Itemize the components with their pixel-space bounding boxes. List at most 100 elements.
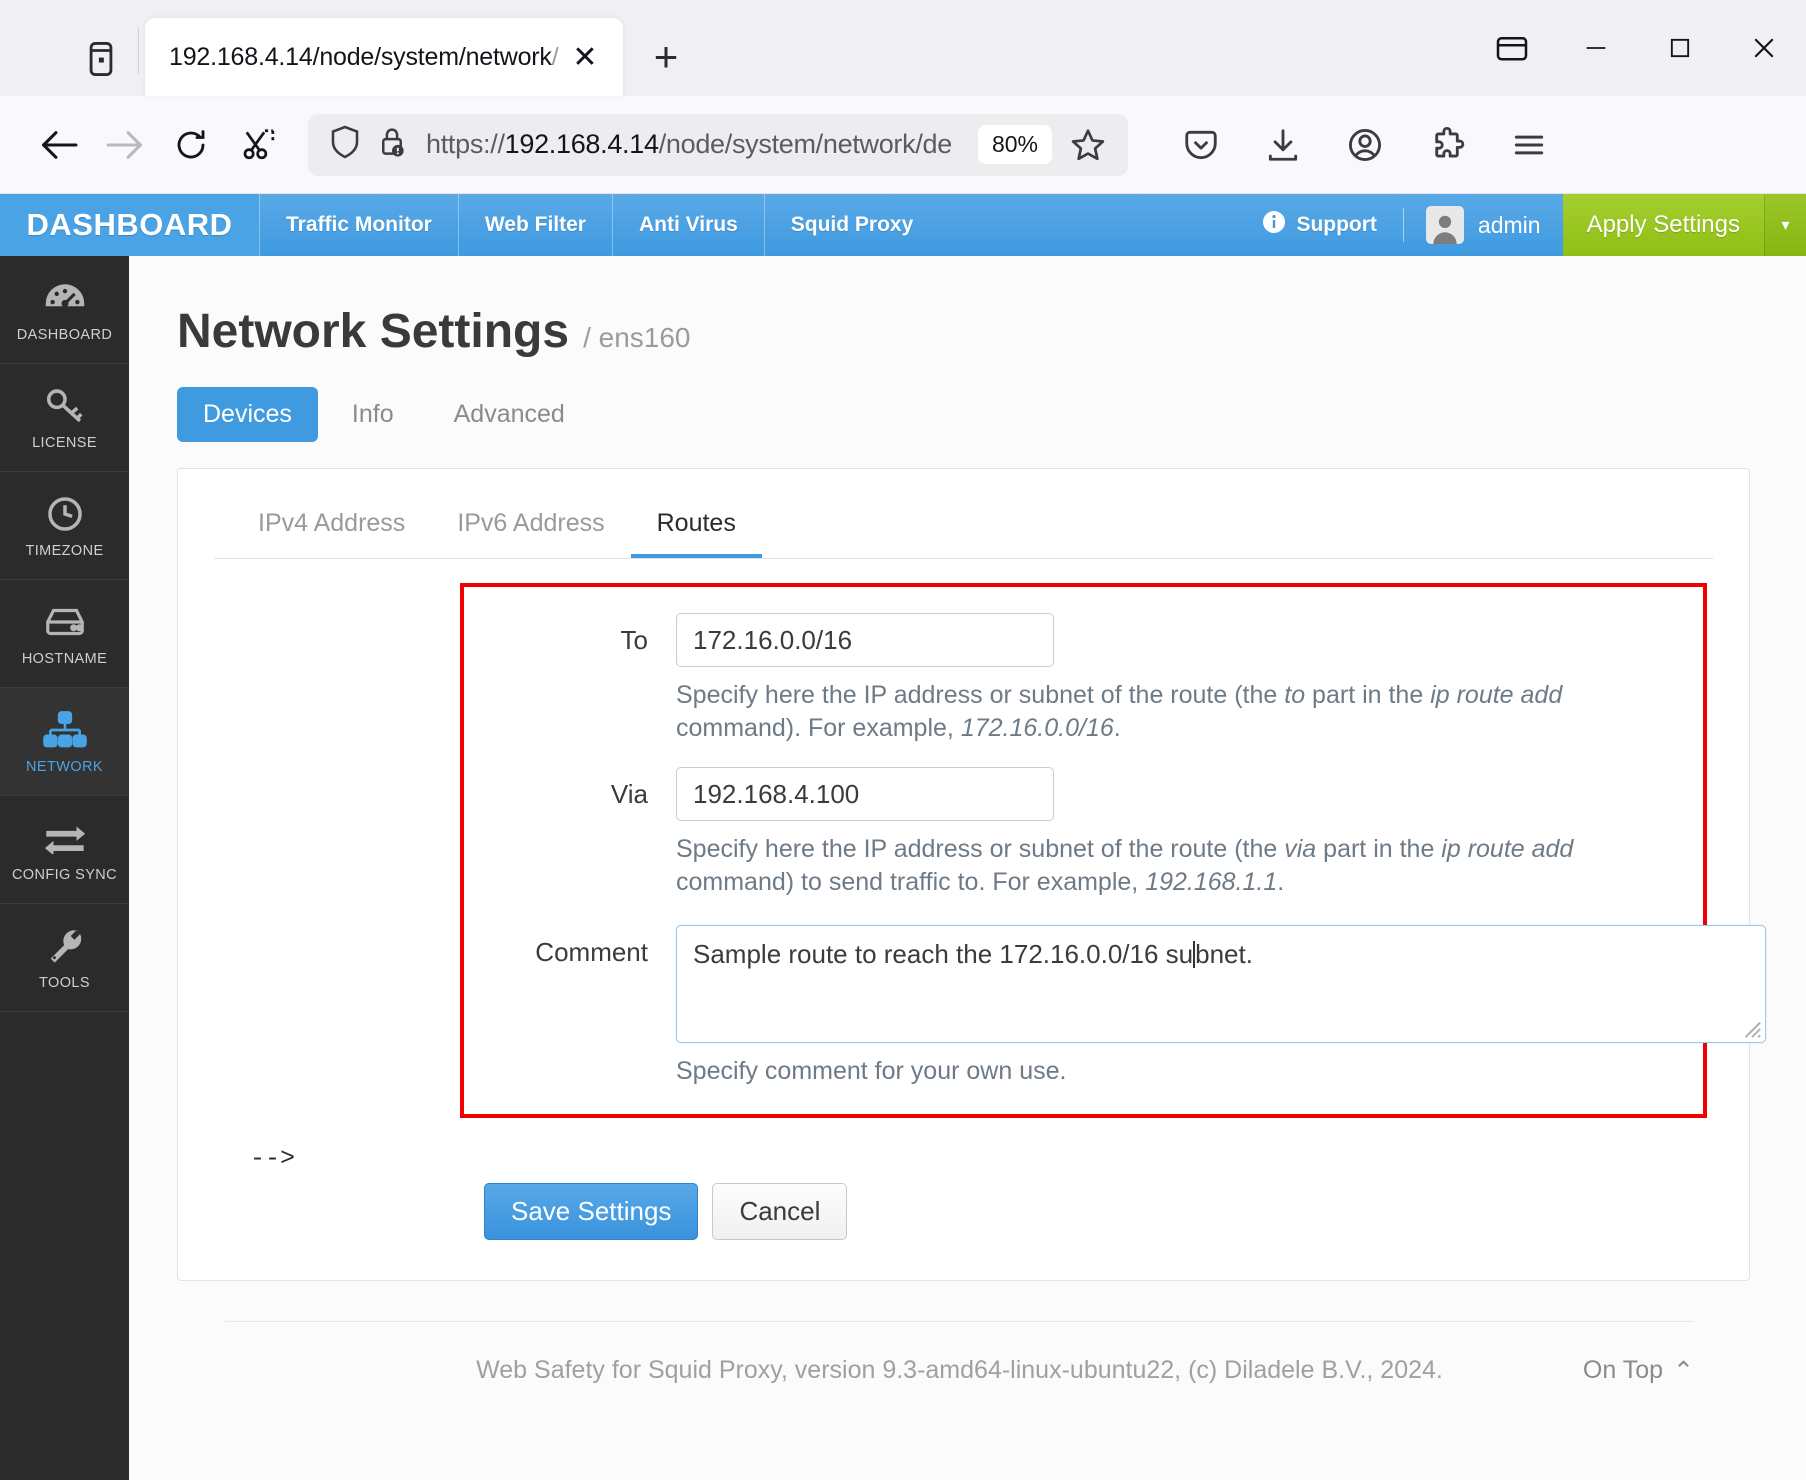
sidebar-item-tools[interactable]: TOOLS <box>0 904 129 1012</box>
network-icon <box>42 709 87 751</box>
app-body: DASHBOARD LICENSE TIMEZONE HOSTNAME NETW… <box>0 256 1806 1480</box>
tabstrip-divider <box>138 28 139 74</box>
html-comment-marker: --> <box>250 1144 296 1173</box>
sidebar-label-license: LICENSE <box>32 434 97 451</box>
sidebar-label-network: NETWORK <box>26 758 103 775</box>
account-icon[interactable] <box>1332 112 1398 178</box>
sidebar-item-timezone[interactable]: TIMEZONE <box>0 472 129 580</box>
firefox-view-icon[interactable] <box>70 28 132 90</box>
window-close-icon[interactable] <box>1722 0 1806 96</box>
page-tabs: Devices Info Advanced <box>177 387 1750 442</box>
topnav-anti-virus[interactable]: Anti Virus <box>611 194 764 256</box>
panel-subtabs: IPv4 Address IPv6 Address Routes <box>214 499 1713 559</box>
reload-icon[interactable] <box>158 112 224 178</box>
page-title: Network Settings / ens160 <box>177 304 1750 359</box>
avatar <box>1425 206 1464 244</box>
help-to: Specify here the IP address or subnet of… <box>676 681 1563 742</box>
downloads-icon[interactable] <box>1250 112 1316 178</box>
comment-textarea[interactable]: Sample route to reach the 172.16.0.0/16 … <box>676 925 1766 1043</box>
wrench-icon <box>44 925 86 967</box>
tab-devices[interactable]: Devices <box>177 387 318 442</box>
field-row-via: Via 192.168.4.100 Specify here the IP ad… <box>464 767 1679 899</box>
sidebar-item-dashboard[interactable]: DASHBOARD <box>0 256 129 364</box>
app-menu-icon[interactable] <box>1496 112 1562 178</box>
forward-icon[interactable] <box>92 112 158 178</box>
comment-text-before-caret: Sample route to reach the 172.16.0.0/16 … <box>693 939 1194 969</box>
zoom-level-indicator[interactable]: 80% <box>977 125 1052 164</box>
label-comment: Comment <box>535 937 648 967</box>
field-col-via: 192.168.4.100 Specify here the IP addres… <box>676 767 1679 899</box>
apply-settings-button[interactable]: Apply Settings <box>1562 194 1764 256</box>
comment-textarea-wrapper: Sample route to reach the 172.16.0.0/16 … <box>676 925 1766 1043</box>
bookmark-star-icon[interactable] <box>1062 119 1114 171</box>
sidebar-label-tools: TOOLS <box>39 974 90 991</box>
tab-info[interactable]: Info <box>326 387 420 442</box>
footer-text: Web Safety for Squid Proxy, version 9.3-… <box>476 1356 1443 1384</box>
subtab-ipv6-address[interactable]: IPv6 Address <box>431 499 630 558</box>
web-app: DASHBOARD Traffic Monitor Web Filter Ant… <box>0 194 1806 1480</box>
pocket-save-icon[interactable] <box>1168 112 1234 178</box>
tab-strip: 192.168.4.14/node/system/network/ ✕ + <box>0 0 1806 96</box>
gauge-icon <box>43 277 87 319</box>
browser-tab[interactable]: 192.168.4.14/node/system/network/ ✕ <box>145 18 623 96</box>
tab-title: 192.168.4.14/node/system/network/ <box>169 42 559 71</box>
sidebar-label-timezone: TIMEZONE <box>25 542 104 559</box>
user-menu[interactable]: admin <box>1404 194 1563 256</box>
comment-text-after-caret: bnet. <box>1195 939 1253 969</box>
minimize-icon[interactable] <box>1554 0 1638 96</box>
lock-warning-icon[interactable] <box>376 124 408 165</box>
via-input[interactable]: 192.168.4.100 <box>676 767 1054 821</box>
back-icon[interactable] <box>26 112 92 178</box>
label-via: Via <box>610 779 648 809</box>
close-icon[interactable]: ✕ <box>565 37 605 77</box>
topnav-traffic-monitor[interactable]: Traffic Monitor <box>259 194 458 256</box>
to-input[interactable]: 172.16.0.0/16 <box>676 613 1054 667</box>
cancel-button[interactable]: Cancel <box>712 1183 848 1240</box>
url-bar[interactable]: https://192.168.4.14/node/system/network… <box>308 113 1128 176</box>
key-icon <box>44 385 86 427</box>
sidebar-filler <box>0 1012 129 1480</box>
maximize-icon[interactable] <box>1638 0 1722 96</box>
toolbar-right-icons <box>1168 112 1562 178</box>
browser-window: 192.168.4.14/node/system/network/ ✕ + ht… <box>0 0 1806 1480</box>
support-label: Support <box>1296 213 1377 236</box>
brand-dashboard-logo[interactable]: DASHBOARD <box>0 194 259 256</box>
sidebar-item-config-sync[interactable]: CONFIG SYNC <box>0 796 129 904</box>
sync-arrows-icon <box>42 817 88 859</box>
on-top-label: On Top <box>1582 1356 1664 1384</box>
help-via: Specify here the IP address or subnet of… <box>676 835 1574 896</box>
field-col-to: 172.16.0.0/16 Specify here the IP addres… <box>676 613 1679 745</box>
topnav-squid-proxy[interactable]: Squid Proxy <box>763 194 940 256</box>
window-controls <box>1470 0 1806 96</box>
subtab-ipv4-address[interactable]: IPv4 Address <box>232 499 431 558</box>
tab-advanced[interactable]: Advanced <box>428 387 591 442</box>
sidebar-item-license[interactable]: LICENSE <box>0 364 129 472</box>
support-link[interactable]: Support <box>1262 194 1402 256</box>
textarea-resize-handle-icon[interactable] <box>1740 1017 1762 1039</box>
form-buttons: Save Settings Cancel <box>460 1183 1713 1240</box>
settings-panel: IPv4 Address IPv6 Address Routes To 172.… <box>177 468 1766 1281</box>
sidebar-item-network[interactable]: NETWORK <box>0 688 129 796</box>
topnav-web-filter[interactable]: Web Filter <box>457 194 612 256</box>
sidebar-item-hostname[interactable]: HOSTNAME <box>0 580 129 688</box>
sidebar-label-dashboard: DASHBOARD <box>16 326 113 343</box>
page-title-text: Network Settings <box>177 305 570 358</box>
subtab-routes[interactable]: Routes <box>630 499 762 558</box>
new-tab-button[interactable]: + <box>637 28 695 86</box>
main-content: Network Settings / ens160 Devices Info A… <box>129 256 1806 1480</box>
restore-down-icon[interactable] <box>1470 0 1554 96</box>
sidebar-label-hostname: HOSTNAME <box>21 650 108 667</box>
on-top-button[interactable]: On Top ⌃ <box>1583 1356 1694 1386</box>
extensions-icon[interactable] <box>1414 112 1480 178</box>
page-footer: Web Safety for Squid Proxy, version 9.3-… <box>225 1321 1694 1413</box>
screenshot-scissors-icon[interactable] <box>224 112 290 178</box>
apply-settings-dropdown-caret[interactable]: ▾ <box>1764 194 1806 256</box>
urlbar-icons <box>328 124 408 165</box>
sidebar-label-config-sync: CONFIG SYNC <box>11 866 118 883</box>
app-top-navbar: DASHBOARD Traffic Monitor Web Filter Ant… <box>0 194 1806 256</box>
save-settings-button[interactable]: Save Settings <box>484 1183 699 1240</box>
tabstrip-left-pad <box>0 0 70 96</box>
shield-icon[interactable] <box>328 124 362 165</box>
chevron-up-icon: ⌃ <box>1673 1356 1694 1385</box>
